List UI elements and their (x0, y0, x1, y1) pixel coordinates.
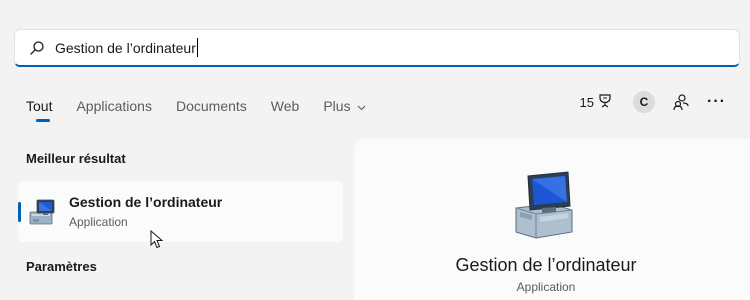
best-match-heading: Meilleur résultat (26, 151, 126, 166)
computer-management-icon (515, 171, 573, 239)
more-options-icon[interactable]: ··· (707, 93, 726, 111)
rewards-trophy-icon (594, 93, 613, 112)
settings-heading: Paramètres (26, 259, 97, 274)
best-match-text: Gestion de l’ordinateur Application (69, 194, 222, 229)
tab-web[interactable]: Web (271, 98, 300, 114)
best-match-result[interactable]: Gestion de l’ordinateur Application (18, 181, 343, 242)
search-icon (29, 39, 47, 57)
tab-applications[interactable]: Applications (76, 98, 152, 114)
tab-tout[interactable]: Tout (26, 98, 52, 122)
tab-documents[interactable]: Documents (176, 98, 247, 114)
detail-subtitle: Application (516, 280, 576, 294)
detail-title: Gestion de l’ordinateur (455, 255, 637, 275)
tab-plus-label: Plus (323, 98, 351, 114)
mouse-cursor-icon (150, 230, 164, 249)
best-match-title: Gestion de l’ordinateur (69, 194, 223, 210)
header-tools: 15 C ··· (580, 90, 732, 114)
rewards-count: 15 (579, 94, 595, 110)
filter-tabs: Tout Applications Documents Web Plus (26, 94, 390, 122)
search-box[interactable]: Gestion de l’ordinateur (14, 29, 740, 67)
search-input[interactable]: Gestion de l’ordinateur (55, 38, 198, 57)
avatar[interactable]: C (633, 91, 656, 113)
tab-plus[interactable]: Plus (323, 98, 366, 114)
selection-indicator (18, 202, 21, 222)
detail-panel: Gestion de l’ordinateur Application (354, 139, 750, 300)
text-caret (196, 38, 198, 57)
best-match-subtitle: Application (69, 215, 128, 229)
rewards-points[interactable]: 15 (580, 93, 613, 112)
computer-management-icon (29, 199, 55, 224)
chevron-down-icon (355, 103, 367, 114)
people-icon[interactable] (671, 92, 691, 112)
